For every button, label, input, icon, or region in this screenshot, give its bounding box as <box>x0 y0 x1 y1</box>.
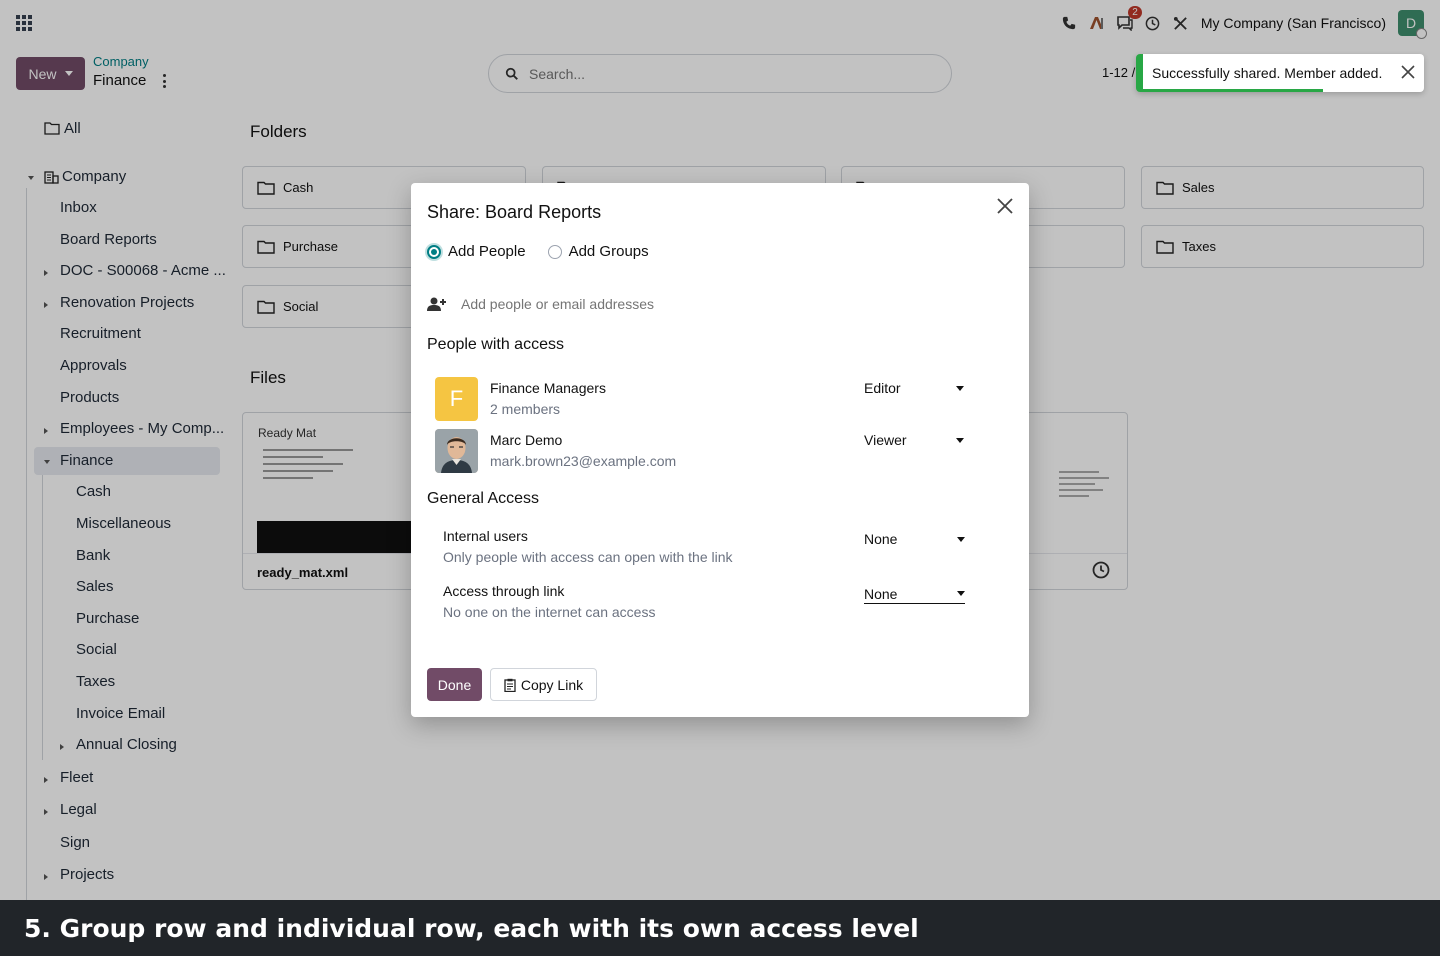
access-row-link: Access through link No one on the intern… <box>443 583 983 629</box>
success-toast: Successfully shared. Member added. <box>1136 54 1424 92</box>
access-value: None <box>864 531 898 547</box>
group-avatar: F <box>435 377 478 421</box>
add-groups-radio[interactable] <box>547 244 562 259</box>
member-name: Finance Managers <box>490 380 606 396</box>
access-select[interactable]: None <box>864 529 965 549</box>
add-groups-radio-label[interactable]: Add Groups <box>569 243 649 260</box>
add-people-input[interactable] <box>461 296 861 312</box>
clipboard-icon <box>504 678 516 692</box>
chevron-down-icon <box>956 385 964 391</box>
done-button[interactable]: Done <box>427 668 482 701</box>
user-photo-avatar <box>435 429 478 473</box>
close-icon[interactable] <box>1400 64 1416 80</box>
share-mode-radios: Add People Add Groups <box>427 243 649 260</box>
people-with-access-heading: People with access <box>427 336 564 353</box>
dialog-title: Share: Board Reports <box>427 202 602 222</box>
close-icon[interactable] <box>996 197 1014 215</box>
tutorial-caption: 5. Group row and individual row, each wi… <box>0 900 1440 956</box>
access-name: Access through link <box>443 583 565 599</box>
add-user-icon <box>427 297 446 311</box>
member-row-user: Marc Demo mark.brown23@example.com Viewe… <box>435 429 995 475</box>
access-name: Internal users <box>443 528 528 544</box>
role-value: Viewer <box>864 432 907 448</box>
role-select[interactable]: Viewer <box>864 432 964 448</box>
copy-link-label: Copy Link <box>520 676 584 693</box>
chevron-down-icon <box>956 437 964 443</box>
access-description: No one on the internet can access <box>443 604 656 620</box>
copy-link-button[interactable]: Copy Link <box>490 668 597 701</box>
access-select[interactable]: None <box>864 584 965 604</box>
toast-message: Successfully shared. Member added. <box>1152 65 1383 81</box>
add-people-field <box>427 291 987 317</box>
member-row-group: F Finance Managers 2 members Editor <box>435 377 995 423</box>
chevron-down-icon <box>957 536 965 542</box>
general-access-heading: General Access <box>427 490 540 507</box>
access-description: Only people with access can open with th… <box>443 549 733 565</box>
toast-progress-bar <box>1143 89 1323 92</box>
access-row-internal: Internal users Only people with access c… <box>443 528 983 574</box>
member-subtitle: mark.brown23@example.com <box>490 453 677 469</box>
add-people-radio[interactable] <box>427 244 441 259</box>
add-people-radio-label[interactable]: Add People <box>448 243 526 260</box>
role-select[interactable]: Editor <box>864 380 964 396</box>
chevron-down-icon <box>957 591 965 596</box>
member-subtitle: 2 members <box>490 401 561 417</box>
share-dialog: Share: Board Reports Add People Add Grou… <box>411 183 1029 717</box>
member-name: Marc Demo <box>490 432 563 448</box>
access-value: None <box>864 585 898 602</box>
role-value: Editor <box>864 380 901 396</box>
